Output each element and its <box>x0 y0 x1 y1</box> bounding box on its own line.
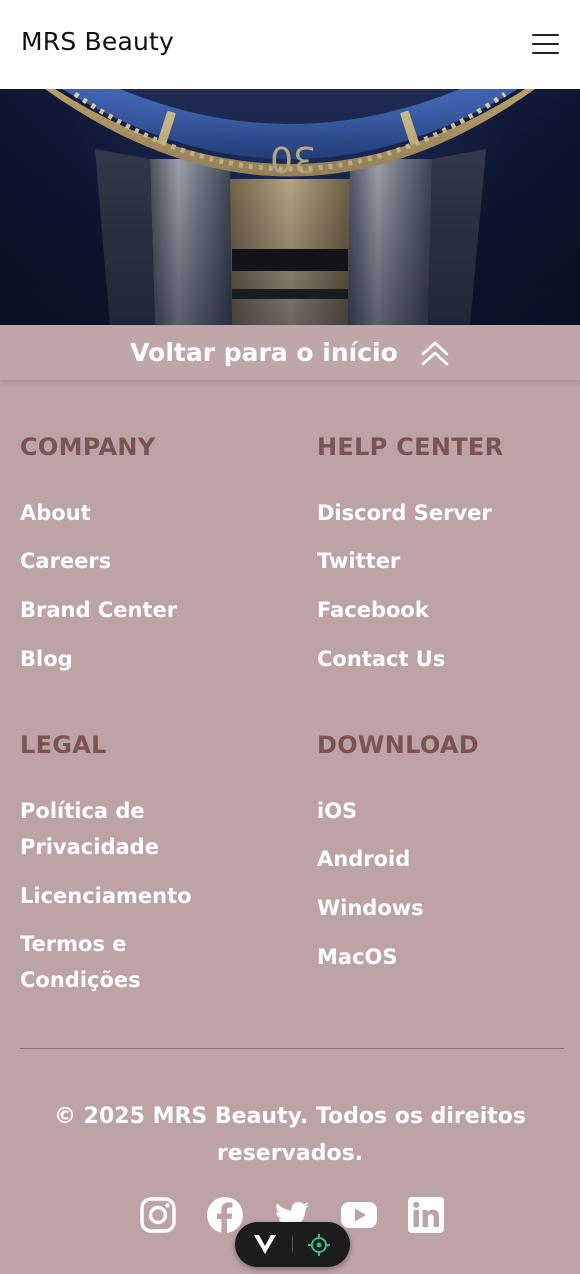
copyright-text: © 2025 MRS Beauty. Todos os direitos res… <box>54 1104 526 1166</box>
back-to-top-label: Voltar para o início <box>130 338 398 367</box>
footer-link-licensing[interactable]: Licenciamento <box>20 878 192 914</box>
brand-logo-text[interactable]: MRS Beauty <box>21 27 174 56</box>
footer-link-macos[interactable]: MacOS <box>317 939 398 975</box>
footer-heading-download: DOWNLOAD <box>317 731 479 759</box>
footer-link-contact-us[interactable]: Contact Us <box>317 641 445 677</box>
footer-link-facebook[interactable]: Facebook <box>317 592 429 628</box>
top-navbar: MRS Beauty <box>0 0 580 89</box>
footer-link-blog[interactable]: Blog <box>20 641 73 677</box>
footer-link-about[interactable]: About <box>20 495 91 531</box>
footer-heading-help-center: HELP CENTER <box>317 433 504 461</box>
footer-link-windows[interactable]: Windows <box>317 890 424 926</box>
pill-separator <box>292 1236 293 1252</box>
linkedin-icon[interactable] <box>407 1196 445 1234</box>
footer-heading-legal: LEGAL <box>20 731 107 759</box>
footer-link-privacy-policy[interactable]: Política de Privacidade <box>20 793 220 865</box>
footer-link-ios[interactable]: iOS <box>317 793 357 829</box>
footer-link-brand-center[interactable]: Brand Center <box>20 592 177 628</box>
footer-link-terms[interactable]: Termos e Condições <box>20 926 220 998</box>
footer-link-twitter[interactable]: Twitter <box>317 543 400 579</box>
footer-link-discord[interactable]: Discord Server <box>317 495 492 531</box>
target-icon[interactable] <box>307 1233 331 1257</box>
devtools-floating-pill[interactable] <box>235 1222 350 1267</box>
hero-watch-image: 30 <box>0 89 580 325</box>
footer-link-careers[interactable]: Careers <box>20 543 111 579</box>
double-chevron-up-icon <box>421 341 449 365</box>
watch-illustration: 30 <box>0 89 580 325</box>
facebook-icon[interactable] <box>206 1196 244 1234</box>
instagram-icon[interactable] <box>139 1196 177 1234</box>
footer-divider <box>20 1048 564 1049</box>
hamburger-menu-icon[interactable] <box>528 30 564 58</box>
footer-heading-company: COMPANY <box>20 433 156 461</box>
youtube-icon[interactable] <box>340 1196 378 1234</box>
back-to-top-button[interactable]: Voltar para o início <box>0 325 580 380</box>
vue-logo-icon[interactable] <box>253 1233 277 1255</box>
footer-link-android[interactable]: Android <box>317 841 410 877</box>
